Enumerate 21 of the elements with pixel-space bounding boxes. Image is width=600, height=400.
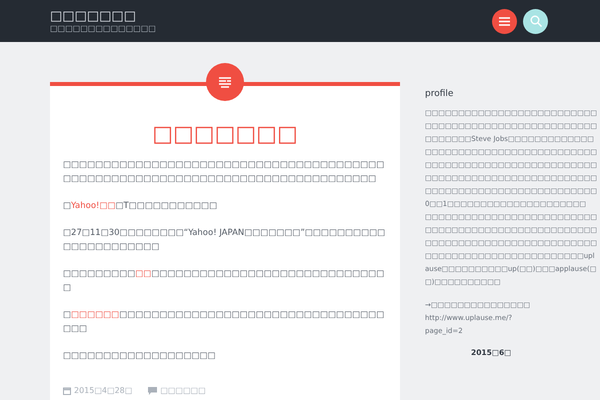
- site-tagline: □□□□□□□□□□□□□□: [50, 24, 157, 34]
- post-title[interactable]: □□□□□□□: [63, 122, 387, 148]
- comments-link[interactable]: □□□□□□: [160, 385, 206, 397]
- widget-heading: profile: [425, 88, 454, 101]
- post-paragraph: □27□11□30□□□□□□□□“Yahoo! JAPAN□□□□□□□”□□□□□□□□□□□□□□□□□□□□□□: [63, 227, 386, 254]
- post-paragraph: □□□□□□□□□□□□□□□□□□□: [63, 350, 217, 363]
- comment-icon: [148, 387, 158, 395]
- text-link[interactable]: □□: [135, 269, 152, 279]
- post-paragraph: □Yahoo!□□□T□□□□□□□□□□□: [63, 200, 218, 213]
- post-paragraph: □□□□□□□□□□□□□□□□□□□□□□□□□□□□□□□□□□□□□□□□□: [63, 268, 386, 295]
- site-title[interactable]: □□□□□□□: [50, 8, 492, 24]
- calendar-icon: [63, 387, 71, 395]
- post-paragraph: □□□□□□□□□□□□□□□□□□□□□□□□□□□□□□□□□□□□□□□□□□□□□□□□□□□□□□□□□□□□□□□□□□□□□□□□□□□□□□□: [63, 159, 386, 186]
- post-paragraph: □□□□□□□□□□□□□□□□□□□□□□□□□□□□□□□□□□□□□□□□□□□: [63, 309, 386, 336]
- menu-icon: [499, 16, 510, 26]
- post-date[interactable]: 2015□4□28□: [74, 385, 132, 397]
- text-link[interactable]: □□□□□□: [71, 310, 120, 320]
- search-button[interactable]: [523, 8, 548, 34]
- search-icon: [530, 15, 542, 27]
- text-link[interactable]: Yahoo!□□: [71, 201, 116, 211]
- menu-button[interactable]: [492, 8, 517, 34]
